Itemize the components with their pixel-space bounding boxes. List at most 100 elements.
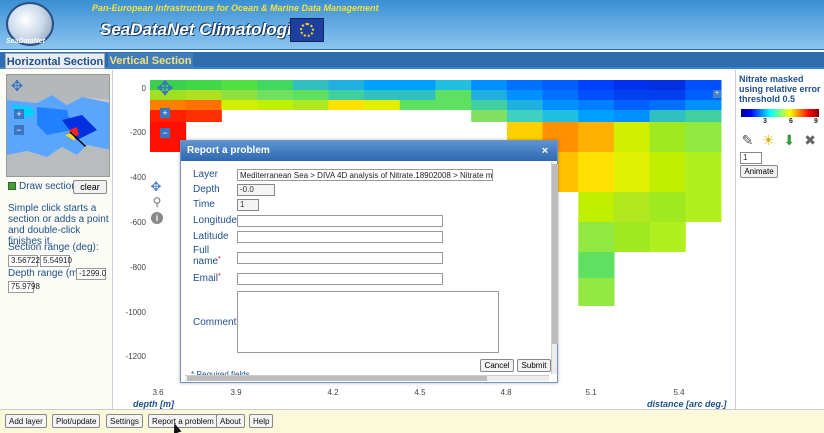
cancel-button[interactable]: Cancel: [480, 359, 514, 372]
heatmap-cell: [221, 90, 258, 100]
tab-horizontal-section[interactable]: Horizontal Section: [5, 53, 105, 69]
zoom-in-icon[interactable]: +: [14, 109, 24, 119]
section-from-input[interactable]: 3.56722: [8, 255, 40, 267]
depth-select[interactable]: -0.0: [237, 184, 275, 196]
heatmap-cell: [685, 110, 722, 122]
animate-button[interactable]: Animate: [740, 165, 778, 178]
heatmap-cell: [328, 100, 365, 110]
zoom-out-icon[interactable]: −: [160, 128, 170, 138]
draw-hint: Simple click starts a section or adds a …: [8, 203, 109, 247]
comment-textarea[interactable]: [237, 291, 499, 353]
email-input[interactable]: [237, 273, 443, 285]
time-select[interactable]: 1: [237, 199, 259, 211]
lightbulb-icon[interactable]: ☀: [760, 132, 777, 149]
y-tick-label: -200: [130, 128, 147, 137]
app-window: SeaDataNet Pan-European infrastructure f…: [0, 0, 824, 433]
info-icon[interactable]: i: [151, 212, 163, 224]
heatmap-cell: [435, 80, 472, 90]
heatmap-cell: [542, 100, 579, 110]
clear-button[interactable]: clear: [73, 180, 107, 194]
latitude-input[interactable]: [237, 231, 443, 243]
layer-field[interactable]: Mediterranean Sea > DIVA 4D analysis of …: [237, 169, 493, 181]
colorbar-tick: 9: [814, 118, 818, 125]
x-axis-label: distance [arc deg.]: [647, 399, 728, 409]
x-tick-label: 4.2: [327, 388, 339, 397]
heatmap-cell: [613, 222, 651, 252]
email-label-text: Email: [193, 273, 219, 284]
heatmap-cell: [399, 100, 436, 110]
draw-section-toggle[interactable]: [8, 182, 16, 190]
heatmap-cell: [613, 80, 651, 90]
frame-select[interactable]: 1: [740, 152, 762, 164]
scrollbar-thumb[interactable]: [552, 164, 558, 344]
heatmap-cell: [649, 122, 686, 152]
heatmap-cell: [471, 110, 508, 122]
heatmap-cell: [649, 100, 686, 110]
colorbar-tick: 3: [763, 118, 767, 125]
dialog-horizontal-scrollbar[interactable]: [185, 375, 549, 381]
heatmap-cell: [292, 80, 329, 90]
heatmap-cell: [578, 122, 615, 152]
layer-title: Nitrate masked using relative error thre…: [739, 74, 821, 104]
zoom-in-icon[interactable]: +: [160, 108, 170, 118]
x-tick-label: 3.6: [152, 388, 164, 397]
fullname-label-line1: Full: [193, 245, 210, 256]
heatmap-cell: [578, 100, 615, 110]
x-tick-label: 5.1: [585, 388, 597, 397]
move-icon[interactable]: ✥: [149, 180, 163, 194]
depth-from-input[interactable]: -1299.0: [76, 268, 106, 280]
depth-to-input[interactable]: 75.9798: [8, 281, 40, 293]
tab-vertical-section[interactable]: Vertical Section: [108, 53, 193, 69]
heatmap-cell: [613, 152, 651, 192]
heatmap-cell: [221, 80, 258, 90]
required-mark: *: [218, 256, 221, 263]
heatmap-cell: [578, 222, 615, 252]
heatmap-cell: [578, 80, 615, 90]
comment-label: Comment*: [193, 317, 239, 328]
heatmap-cell: [649, 152, 686, 192]
zoom-out-icon[interactable]: −: [14, 125, 24, 135]
pan-icon[interactable]: ✥: [9, 79, 25, 95]
latitude-label: Latitude: [193, 231, 229, 242]
heatmap-cell: [471, 100, 508, 110]
heatmap-cell: [613, 110, 651, 122]
scrollbar-thumb[interactable]: [187, 376, 487, 381]
required-mark: *: [218, 273, 221, 280]
layer-label: Layer: [193, 169, 219, 180]
wrench-icon[interactable]: ✎: [739, 132, 756, 149]
heatmap-cell: [364, 100, 401, 110]
fullname-input[interactable]: [237, 252, 443, 264]
add-layer-button[interactable]: Add layer: [5, 414, 47, 428]
expand-icon[interactable]: +: [713, 90, 721, 98]
help-button[interactable]: Help: [249, 414, 274, 428]
header-title: SeaDataNet Climatologies: [100, 20, 311, 39]
heatmap-cell: [613, 100, 651, 110]
heatmap-cell: [185, 80, 222, 90]
close-icon[interactable]: ✖: [802, 132, 819, 149]
y-axis-label: depth [m]: [133, 399, 175, 409]
settings-button[interactable]: Settings: [106, 414, 143, 428]
section-to-input[interactable]: 5.54910: [40, 255, 72, 267]
dialog-vertical-scrollbar[interactable]: [551, 162, 558, 374]
heatmap-cell: [399, 90, 436, 100]
heatmap-cell: [257, 90, 294, 100]
overview-map[interactable]: ✥ + −: [6, 74, 110, 177]
download-icon[interactable]: ⬇: [781, 132, 798, 149]
header-subtitle: Pan-European infrastructure for Ocean & …: [92, 3, 379, 13]
report-problem-button[interactable]: Report a problem: [148, 414, 218, 428]
heatmap-cell: [185, 100, 222, 110]
report-problem-dialog: Report a problem × Layer Mediterranean S…: [180, 140, 558, 383]
pan-icon[interactable]: ✥: [154, 79, 176, 99]
about-button[interactable]: About: [216, 414, 245, 428]
depth-range-label: Depth range (m):: [8, 268, 84, 279]
longitude-input[interactable]: [237, 215, 443, 227]
submit-button[interactable]: Submit: [517, 359, 551, 372]
x-tick-label: 4.8: [500, 388, 512, 397]
magnifier-icon[interactable]: ⚲: [150, 195, 164, 209]
heatmap-cell: [292, 100, 329, 110]
y-tick-label: 0: [142, 84, 147, 93]
dialog-close-icon[interactable]: ×: [539, 141, 551, 161]
eu-flag-icon: [290, 18, 324, 42]
heatmap-cell: [364, 80, 401, 90]
plot-update-button[interactable]: Plot/update: [52, 414, 101, 428]
